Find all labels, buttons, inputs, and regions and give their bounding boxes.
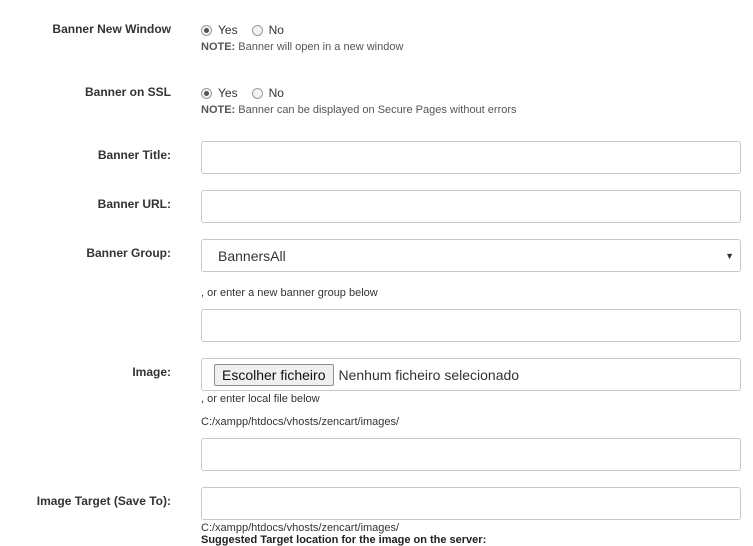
ssl-note: NOTE: Banner can be displayed on Secure … — [201, 104, 517, 116]
note-text: Banner will open in a new window — [235, 41, 404, 53]
new-window-no-radio[interactable] — [251, 24, 263, 36]
image-file-input[interactable]: Escolher ficheiro Nenhum ficheiro seleci… — [201, 358, 741, 391]
image-path: C:/xampp/htdocs/vhosts/zencart/images/ — [201, 416, 400, 428]
target-label: Image Target (Save To): — [36, 494, 171, 508]
new-window-yes-label: Yes — [218, 23, 238, 37]
image-label: Image: — [132, 365, 171, 379]
url-label: Banner URL: — [97, 197, 171, 211]
new-window-no-label: No — [268, 23, 284, 37]
group-label: Banner Group: — [86, 246, 171, 260]
choose-file-button[interactable]: Escolher ficheiro — [214, 363, 334, 386]
note-text: Banner can be displayed on Secure Pages … — [235, 104, 517, 116]
title-label: Banner Title: — [97, 148, 171, 162]
new-window-yes-radio[interactable] — [201, 24, 212, 36]
target-suggested: Suggested Target location for the image … — [201, 534, 487, 546]
chevron-down-icon: ▼ — [725, 251, 734, 261]
new-group-input[interactable] — [201, 309, 741, 342]
new-window-note: NOTE: Banner will open in a new window — [201, 41, 403, 53]
group-hint: , or enter a new banner group below — [201, 287, 378, 299]
ssl-radio-group: Yes No — [201, 86, 298, 100]
target-input[interactable] — [201, 487, 741, 520]
note-prefix: NOTE: — [201, 104, 236, 116]
group-selected-value: BannersAll — [218, 247, 286, 264]
group-select[interactable]: BannersAll ▼ — [201, 239, 741, 272]
ssl-yes-radio[interactable] — [201, 87, 212, 99]
new-window-radio-group: Yes No — [201, 23, 298, 37]
ssl-no-radio[interactable] — [251, 87, 263, 99]
ssl-yes-label: Yes — [218, 86, 238, 100]
note-prefix: NOTE: — [201, 41, 236, 53]
target-path: C:/xampp/htdocs/vhosts/zencart/images/ — [201, 522, 400, 534]
image-hint: , or enter local file below — [201, 393, 320, 405]
ssl-label: Banner on SSL — [84, 85, 171, 99]
title-input[interactable] — [201, 141, 741, 174]
local-file-input[interactable] — [201, 438, 741, 471]
url-input[interactable] — [201, 190, 741, 223]
new-window-label: Banner New Window — [52, 22, 171, 36]
ssl-no-label: No — [268, 86, 284, 100]
file-status: Nenhum ficheiro selecionado — [338, 366, 520, 383]
